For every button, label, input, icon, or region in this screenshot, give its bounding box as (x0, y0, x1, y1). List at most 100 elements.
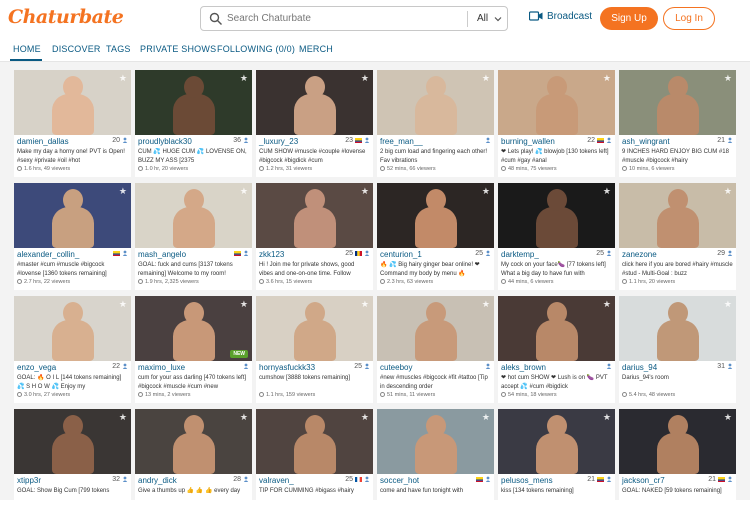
room-card[interactable]: ★ darktemp_ 25 My cock on your face🍆 [77 to… (498, 183, 615, 290)
tab-home[interactable]: HOME (13, 44, 41, 54)
room-username[interactable]: hornyasfuckk33 (259, 363, 315, 372)
room-username[interactable]: centurion_1 (380, 250, 422, 259)
room-username[interactable]: andry_dick (138, 476, 177, 485)
room-thumbnail[interactable]: ★ (377, 183, 494, 248)
room-username[interactable]: mash_angelo (138, 250, 186, 259)
favorite-star-icon[interactable]: ★ (361, 412, 369, 423)
room-card[interactable]: ★ damien_dallas 20 Make my day a horny one!… (14, 70, 131, 177)
room-username[interactable]: enzo_vega (17, 363, 56, 372)
room-username[interactable]: xtipp3r (17, 476, 41, 485)
room-thumbnail[interactable]: ★ (256, 70, 373, 135)
chevron-down-icon[interactable] (494, 15, 502, 23)
tab-merch[interactable]: MERCH (299, 44, 333, 54)
room-thumbnail[interactable]: ★ (619, 70, 736, 135)
room-card[interactable]: ★ enzo_vega 22 GOAL: 🔥 O I L [144 tokens re… (14, 296, 131, 403)
room-card[interactable]: ★ cuteeboy #new #muscles #bigcock #fit #ta… (377, 296, 494, 403)
broadcast-link[interactable]: Broadcast (529, 11, 592, 22)
favorite-star-icon[interactable]: ★ (361, 73, 369, 84)
favorite-star-icon[interactable]: ★ (361, 299, 369, 310)
room-username[interactable]: jackson_cr7 (622, 476, 665, 485)
favorite-star-icon[interactable]: ★ (119, 412, 127, 423)
room-username[interactable]: damien_dallas (17, 137, 69, 146)
favorite-star-icon[interactable]: ★ (603, 73, 611, 84)
room-thumbnail[interactable]: ★ (14, 409, 131, 474)
room-thumbnail[interactable]: ★ (498, 409, 615, 474)
room-thumbnail[interactable]: ★ (498, 296, 615, 361)
favorite-star-icon[interactable]: ★ (240, 186, 248, 197)
room-thumbnail[interactable]: ★ (135, 183, 252, 248)
log-in-button[interactable]: Log In (663, 7, 715, 30)
room-username[interactable]: _luxury_23 (259, 137, 298, 146)
favorite-star-icon[interactable]: ★ (119, 186, 127, 197)
tab-following[interactable]: FOLLOWING (0/0) (217, 44, 295, 54)
room-card[interactable]: ★ proudlyblack30 36 CUM 💦 HUGE CUM 💦 LOVENS… (135, 70, 252, 177)
sign-up-button[interactable]: Sign Up (600, 7, 658, 30)
favorite-star-icon[interactable]: ★ (724, 299, 732, 310)
favorite-star-icon[interactable]: ★ (240, 412, 248, 423)
room-thumbnail[interactable]: ★ (498, 70, 615, 135)
room-card[interactable]: ★ burning_wallen 22 ❤ Lets play! 💦 blowjob … (498, 70, 615, 177)
room-card[interactable]: ★ mash_angelo GOAL: fuck and cums [3137 to… (135, 183, 252, 290)
favorite-star-icon[interactable]: ★ (361, 186, 369, 197)
search-input[interactable]: Search Chaturbate (227, 13, 311, 24)
favorite-star-icon[interactable]: ★ (724, 73, 732, 84)
room-username[interactable]: darius_94 (622, 363, 657, 372)
favorite-star-icon[interactable]: ★ (603, 186, 611, 197)
room-card[interactable]: ★ centurion_1 25 🔥 💦 Big hairy ginger bear … (377, 183, 494, 290)
room-username[interactable]: darktemp_ (501, 250, 539, 259)
room-card[interactable]: ★ alexander_collin_ #master #cum #muscle #… (14, 183, 131, 290)
room-thumbnail[interactable]: ★ (256, 183, 373, 248)
room-username[interactable]: maximo_luxe (138, 363, 185, 372)
room-username[interactable]: aleks_brown (501, 363, 546, 372)
favorite-star-icon[interactable]: ★ (482, 299, 490, 310)
room-thumbnail[interactable]: ★ (14, 296, 131, 361)
room-thumbnail[interactable]: ★ (14, 70, 131, 135)
room-card[interactable]: ★ zanezone 29 click here if you are bored #… (619, 183, 736, 290)
search-filter-select[interactable]: All (477, 13, 488, 24)
room-username[interactable]: cuteeboy (380, 363, 412, 372)
room-card[interactable]: ★ free_man__ 2 big cum load and fingering … (377, 70, 494, 177)
room-username[interactable]: proudlyblack30 (138, 137, 192, 146)
room-thumbnail[interactable]: ★ (377, 409, 494, 474)
room-thumbnail[interactable]: ★ (619, 409, 736, 474)
room-thumbnail[interactable]: ★ (619, 296, 736, 361)
room-thumbnail[interactable]: ★ (377, 296, 494, 361)
room-thumbnail[interactable]: ★ (377, 70, 494, 135)
room-card[interactable]: ★ _luxury_23 23 CUM SHOW #muscle #couple #l… (256, 70, 373, 177)
room-thumbnail[interactable]: ★ (256, 296, 373, 361)
favorite-star-icon[interactable]: ★ (240, 73, 248, 84)
favorite-star-icon[interactable]: ★ (482, 412, 490, 423)
room-username[interactable]: pelusos_mens (501, 476, 553, 485)
room-card[interactable]: ★ ash_wingrant 21 9 INCHES HARD ENJOY BIG C… (619, 70, 736, 177)
room-username[interactable]: alexander_collin_ (17, 250, 79, 259)
chaturbate-logo[interactable]: Chaturbate (8, 6, 124, 28)
room-thumbnail[interactable]: ★ (135, 409, 252, 474)
room-username[interactable]: free_man__ (380, 137, 423, 146)
tab-private-shows[interactable]: PRIVATE SHOWS (140, 44, 216, 54)
room-card[interactable]: ★ NEW maximo_luxe cum for your ass darling … (135, 296, 252, 403)
favorite-star-icon[interactable]: ★ (119, 299, 127, 310)
room-card[interactable]: ★ hornyasfuckk33 25 cumshow [3888 tokens re… (256, 296, 373, 403)
room-card[interactable]: ★ zkk123 25 Hi ! Join me for private shows,… (256, 183, 373, 290)
favorite-star-icon[interactable]: ★ (482, 73, 490, 84)
room-thumbnail[interactable]: ★ (135, 70, 252, 135)
tab-tags[interactable]: TAGS (106, 44, 131, 54)
room-username[interactable]: zkk123 (259, 250, 284, 259)
favorite-star-icon[interactable]: ★ (240, 299, 248, 310)
room-username[interactable]: zanezone (622, 250, 657, 259)
favorite-star-icon[interactable]: ★ (603, 299, 611, 310)
tab-discover[interactable]: DISCOVER (52, 44, 101, 54)
room-username[interactable]: soccer_hot (380, 476, 419, 485)
favorite-star-icon[interactable]: ★ (482, 186, 490, 197)
room-username[interactable]: valraven_ (259, 476, 294, 485)
favorite-star-icon[interactable]: ★ (119, 73, 127, 84)
room-thumbnail[interactable]: ★ (498, 183, 615, 248)
room-username[interactable]: ash_wingrant (622, 137, 670, 146)
room-thumbnail[interactable]: ★ (14, 183, 131, 248)
room-card[interactable]: ★ aleks_brown ❤ hot cum SHOW ❤ Lush is on … (498, 296, 615, 403)
search-box[interactable]: Search Chaturbate All (200, 6, 508, 31)
favorite-star-icon[interactable]: ★ (724, 412, 732, 423)
room-thumbnail[interactable]: ★ (256, 409, 373, 474)
room-thumbnail[interactable]: ★ NEW (135, 296, 252, 361)
favorite-star-icon[interactable]: ★ (603, 412, 611, 423)
